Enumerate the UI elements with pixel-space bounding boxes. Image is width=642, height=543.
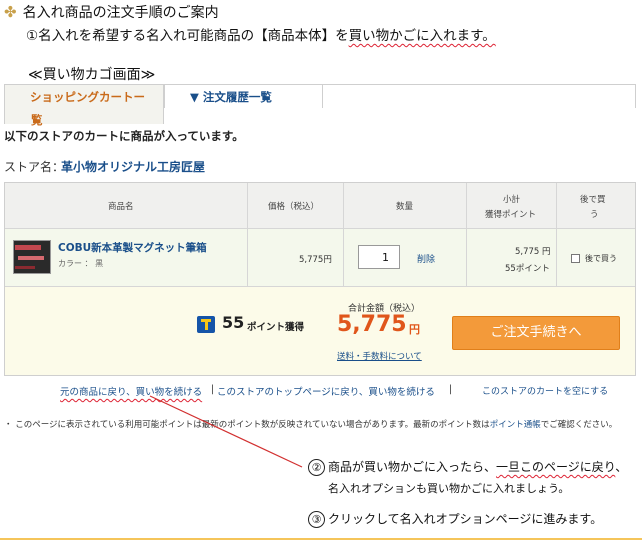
continue-shopping-text[interactable]: 元の商品に戻り、買い物を続ける [60,387,202,398]
flower-icon: ✤ [4,3,17,21]
product-name-link[interactable]: COBU新本革製マグネット筆箱 [58,240,207,255]
header-points: 獲得ポイント [485,210,537,220]
points-note-text-2: でご確認ください。 [540,420,618,430]
cart-table-header [5,183,635,229]
tab-order-history[interactable]: ▼ 注文履歴一覧 [190,89,272,105]
product-thumbnail-detail [15,266,35,269]
store-name-link[interactable]: 革小物オリジナル工房匠屋 [61,158,205,175]
bottom-rule [0,538,642,540]
step3-body: クリックして名入れオプションページに進みます。 [328,512,603,526]
header-buy-later: 後で買 [580,195,606,205]
empty-cart-link[interactable]: このストアのカートを空にする [482,384,608,397]
tab-divider [322,84,323,108]
cart-message: 以下のストアのカートに商品が入っています。 [4,129,244,143]
step2-line2: 名入れオプションも買い物かごに入れましょう。 [328,482,570,495]
step1-underlined: 買い物かごに入れます。 [348,28,496,44]
buy-later-label[interactable]: 後で買う [585,253,617,264]
store-top-link[interactable]: このストアのトップページに戻り、買い物を続ける [217,384,435,398]
tab-shopping-cart-label[interactable]: ショッピングカートー [30,89,145,105]
delete-link[interactable]: 削除 [417,252,435,265]
points-label: ポイント獲得 [247,322,305,333]
t-point-icon [197,316,215,333]
product-price: 5,775円 [299,255,332,265]
column-divider [556,183,557,287]
step2-suffix: 、 [615,460,628,474]
product-thumbnail-detail [18,256,44,260]
store-name-label: ストア名： [4,160,65,174]
header-product: 商品名 [108,202,134,212]
link-separator: | [449,384,453,395]
subtotal-price: 5,775 円 [515,247,551,257]
header-subtotal: 小計 [503,195,521,205]
points-number: 55 [222,313,245,332]
points-note: ・ このページに表示されている利用可能ポイントは最新のポイント数が反映されていな… [4,418,636,432]
header-quantity: 数量 [396,202,414,212]
step3-number: ③ [308,511,325,528]
buy-later-checkbox[interactable] [571,254,580,263]
point-passbook-link[interactable]: ポイント通帳 [490,420,541,430]
tab-divider [164,84,165,108]
shipping-fees-link[interactable]: 送料・手数料について [337,350,422,362]
column-divider [466,183,467,287]
product-thumbnail-detail [15,245,41,250]
step1-text: ①名入れを希望する名入れ可能商品の【商品本体】を買い物かごに入れます。 [26,24,496,44]
quantity-input[interactable] [358,245,400,269]
checkout-button[interactable]: ご注文手続きへ [452,316,620,350]
link-separator: | [211,384,215,395]
step2-prefix: 商品が買い物かごに入ったら、 [328,460,497,474]
step1-prefix: ①名入れを希望する名入れ可能商品の【商品本体】を [26,28,349,44]
step2-text: ② 商品が買い物かごに入ったら、一旦このページに戻り、 [308,458,627,476]
tab-shopping-cart-label-2[interactable]: 覧 [31,112,43,128]
subtotal-points: 55ポイント [505,264,550,274]
cart-screen-label: ≪買い物カゴ画面≫ [28,67,156,83]
column-divider [247,183,248,287]
instruction-title: ✤ 名入れ商品の注文手順のご案内 [4,2,219,22]
step3-text: ③ クリックして名入れオプションページに進みます。 [308,510,602,528]
continue-shopping-link[interactable]: 元の商品に戻り、買い物を続ける [60,384,202,398]
instruction-title-text: 名入れ商品の注文手順のご案内 [22,5,219,21]
total-yen: 円 [409,323,420,336]
step2-number: ② [308,459,325,476]
step2-underlined: 一旦このページに戻り [496,460,616,474]
header-buy-later-2: う [590,210,599,220]
column-divider [343,183,344,287]
product-color: カラー ： 黒 [58,259,104,268]
points-note-text: ・ このページに表示されている利用可能ポイントは最新のポイント数が反映されていな… [4,420,490,430]
total-amount: 5,775 [337,312,407,337]
header-price: 価格（税込） [268,202,320,212]
